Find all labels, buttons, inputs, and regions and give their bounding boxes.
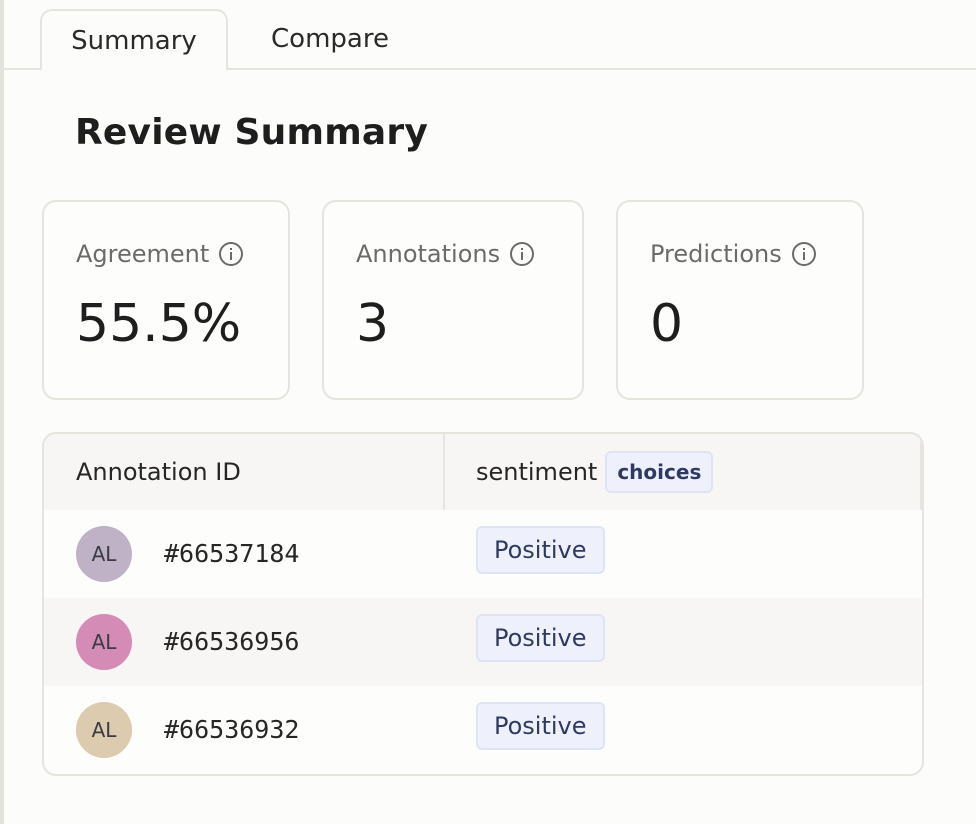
annotations-table: Annotation ID sentiment choices AL #6653… <box>42 432 924 776</box>
column-divider <box>920 434 922 510</box>
table-row[interactable]: AL #66536956 Positive <box>44 598 922 686</box>
column-divider[interactable] <box>443 434 445 510</box>
info-icon[interactable] <box>219 242 244 266</box>
tab-bar: Summary Compare <box>4 0 976 71</box>
sentiment-tag: Positive <box>476 614 605 662</box>
stat-label-annotations: Annotations <box>356 240 501 268</box>
page-title: Review Summary <box>75 112 429 153</box>
avatar[interactable]: AL <box>76 702 132 758</box>
stat-card-annotations: Annotations 3 <box>322 200 584 400</box>
table-header: Annotation ID sentiment choices <box>44 434 922 510</box>
column-header-sentiment-label: sentiment <box>476 458 598 486</box>
stat-label-predictions: Predictions <box>650 240 782 268</box>
review-panel: Summary Compare Review Summary Agreement… <box>0 0 976 824</box>
sentiment-tag: Positive <box>476 526 605 574</box>
tab-compare[interactable]: Compare <box>250 9 410 71</box>
stat-card-agreement: Agreement 55.5% <box>42 200 290 400</box>
choices-badge: choices <box>605 451 714 493</box>
column-header-annotation-id[interactable]: Annotation ID <box>76 434 241 510</box>
stat-value-agreement: 55.5% <box>76 294 242 354</box>
stat-value-predictions: 0 <box>650 294 684 354</box>
stat-label-agreement: Agreement <box>76 240 210 268</box>
info-icon[interactable] <box>510 242 535 266</box>
avatar[interactable]: AL <box>76 614 132 670</box>
annotation-id[interactable]: #66536932 <box>164 686 299 774</box>
avatar[interactable]: AL <box>76 526 132 582</box>
annotation-id[interactable]: #66536956 <box>164 598 299 686</box>
stat-card-predictions: Predictions 0 <box>616 200 864 400</box>
sentiment-tag: Positive <box>476 702 605 750</box>
table-row[interactable]: AL #66536932 Positive <box>44 686 922 774</box>
annotation-id[interactable]: #66537184 <box>164 510 299 598</box>
tab-summary[interactable]: Summary <box>40 9 228 71</box>
table-row[interactable]: AL #66537184 Positive <box>44 510 922 598</box>
stat-value-annotations: 3 <box>356 294 390 354</box>
column-header-sentiment[interactable]: sentiment choices <box>476 434 714 510</box>
info-icon[interactable] <box>791 242 816 266</box>
